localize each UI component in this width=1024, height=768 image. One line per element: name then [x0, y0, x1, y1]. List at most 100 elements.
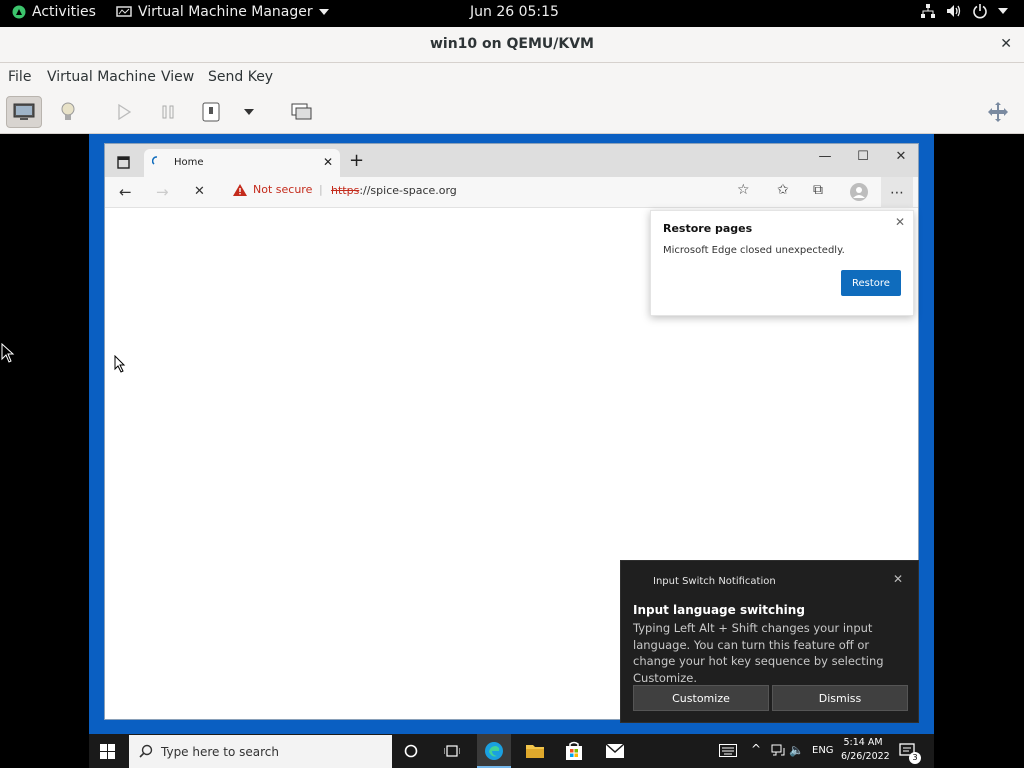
notification-header: Input Switch Notification [653, 576, 776, 587]
notification-body: Typing Left Alt + Shift changes your inp… [633, 621, 884, 685]
restore-message: Microsoft Edge closed unexpectedly. [663, 245, 845, 256]
more-options-icon[interactable]: ⋯ [881, 177, 913, 208]
lightbulb-icon [61, 102, 75, 122]
shutdown-menu-button[interactable] [231, 96, 267, 128]
windows-taskbar: Type here to search ^ 🔈 ENG 5:14 AM 6/26… [89, 734, 934, 768]
profile-avatar-icon[interactable] [850, 183, 868, 201]
network-icon[interactable] [771, 744, 785, 758]
taskbar-search-box[interactable]: Type here to search [129, 735, 392, 768]
pause-icon [161, 105, 175, 119]
fullscreen-icon [987, 101, 1009, 123]
virt-manager-icon [116, 6, 132, 18]
fullscreen-button[interactable] [980, 96, 1016, 128]
snapshots-button[interactable] [284, 96, 320, 128]
menu-send-key[interactable]: Send Key [208, 69, 273, 85]
back-icon[interactable]: ← [119, 183, 132, 201]
vm-window-title: win10 on QEMU/KVM [429, 36, 594, 52]
gnome-top-bar: Activities Virtual Machine Manager Jun 2… [0, 0, 1024, 27]
play-icon [117, 104, 131, 120]
snapshots-icon [291, 103, 313, 121]
mouse-cursor-icon [1, 342, 15, 367]
file-explorer-icon[interactable] [525, 742, 545, 760]
windows-start-icon[interactable] [100, 744, 115, 759]
add-favorite-icon[interactable]: ☆ [737, 182, 750, 198]
taskbar-date: 6/26/2022 [841, 751, 890, 762]
activities-label: Activities [32, 4, 96, 20]
security-label: Not secure [253, 183, 313, 196]
search-placeholder: Type here to search [161, 745, 279, 759]
activities-button[interactable]: Activities [12, 4, 96, 20]
taskbar-edge-button[interactable] [477, 734, 511, 768]
stop-loading-icon[interactable]: ✕ [194, 184, 205, 199]
system-tray[interactable] [920, 3, 1008, 19]
notification-count-badge: 3 [909, 752, 921, 764]
show-console-button[interactable] [6, 96, 42, 128]
menu-view[interactable]: View [161, 69, 194, 85]
tab-title: Home [174, 157, 204, 168]
volume-icon[interactable]: 🔈 [789, 743, 804, 757]
maximize-icon[interactable]: ☐ [848, 149, 878, 164]
loading-spinner-icon [152, 156, 162, 166]
restore-title: Restore pages [663, 222, 753, 235]
fedora-logo-icon [12, 5, 26, 19]
shutdown-button[interactable] [193, 96, 229, 128]
restore-button[interactable]: Restore [841, 270, 901, 296]
collections-icon[interactable]: ⧉ [813, 182, 823, 198]
vm-menubar: File Virtual Machine View Send Key [0, 63, 1024, 92]
task-view-icon[interactable] [444, 744, 460, 758]
tab-actions-icon[interactable] [117, 156, 130, 169]
minimize-icon[interactable]: — [810, 149, 840, 164]
new-tab-icon[interactable]: + [349, 150, 364, 171]
app-menu-label: Virtual Machine Manager [138, 4, 313, 20]
notification-title: Input language switching [633, 603, 805, 617]
address-separator: | [319, 183, 323, 196]
monitor-icon [13, 103, 35, 121]
warning-icon [233, 183, 247, 196]
edge-icon [484, 741, 504, 761]
language-indicator[interactable]: ENG [812, 745, 834, 756]
guest-cursor-icon [114, 354, 126, 377]
close-popup-icon[interactable]: ✕ [895, 215, 905, 229]
dismiss-button[interactable]: Dismiss [772, 685, 908, 711]
run-button[interactable] [106, 96, 142, 128]
customize-button[interactable]: Customize [633, 685, 769, 711]
url-scheme: https [331, 184, 360, 197]
chevron-down-icon [318, 9, 329, 15]
taskbar-time: 5:14 AM [843, 737, 883, 748]
vm-window-titlebar: win10 on QEMU/KVM ✕ [0, 27, 1024, 63]
menu-virtual-machine[interactable]: Virtual Machine [47, 69, 156, 85]
volume-icon [946, 3, 962, 19]
pause-button[interactable] [150, 96, 186, 128]
search-icon [139, 744, 153, 758]
store-icon[interactable] [565, 741, 583, 761]
close-window-icon[interactable]: ✕ [886, 149, 916, 164]
touch-keyboard-icon[interactable] [719, 744, 737, 757]
favorites-icon[interactable]: ✩ [777, 182, 789, 198]
power-icon [202, 102, 220, 122]
show-details-button[interactable] [50, 96, 86, 128]
chevron-down-icon [244, 109, 254, 115]
clock[interactable]: Jun 26 05:15 [470, 4, 559, 20]
url-host: ://spice-space.org [359, 184, 457, 197]
chevron-down-icon [998, 8, 1008, 14]
edge-address-bar: ← → ✕ Not secure | https://spice-space.o… [105, 177, 918, 208]
network-icon [920, 3, 936, 19]
restore-pages-popup: ✕ Restore pages Microsoft Edge closed un… [650, 210, 914, 316]
menu-file[interactable]: File [8, 69, 31, 85]
security-indicator[interactable]: Not secure [233, 183, 312, 196]
mail-icon[interactable] [605, 743, 625, 759]
taskbar-clock[interactable]: 5:14 AM 6/26/2022 [841, 736, 890, 764]
tab-home[interactable]: Home ✕ [144, 149, 340, 177]
url-field[interactable]: https://spice-space.org [331, 184, 457, 197]
forward-icon[interactable]: → [156, 183, 169, 201]
power-icon [972, 3, 988, 19]
app-menu[interactable]: Virtual Machine Manager [116, 4, 329, 20]
chevron-up-icon[interactable]: ^ [751, 742, 761, 756]
close-notification-icon[interactable]: ✕ [893, 572, 903, 586]
vm-toolbar [0, 92, 1024, 134]
edge-tab-strip: Home ✕ + — ☐ ✕ [105, 144, 918, 177]
close-icon[interactable]: ✕ [1000, 36, 1012, 52]
guest-display[interactable]: Home ✕ + — ☐ ✕ ← → ✕ Not secure | https:… [89, 134, 934, 768]
close-tab-icon[interactable]: ✕ [323, 155, 333, 169]
cortana-icon[interactable] [404, 744, 418, 758]
